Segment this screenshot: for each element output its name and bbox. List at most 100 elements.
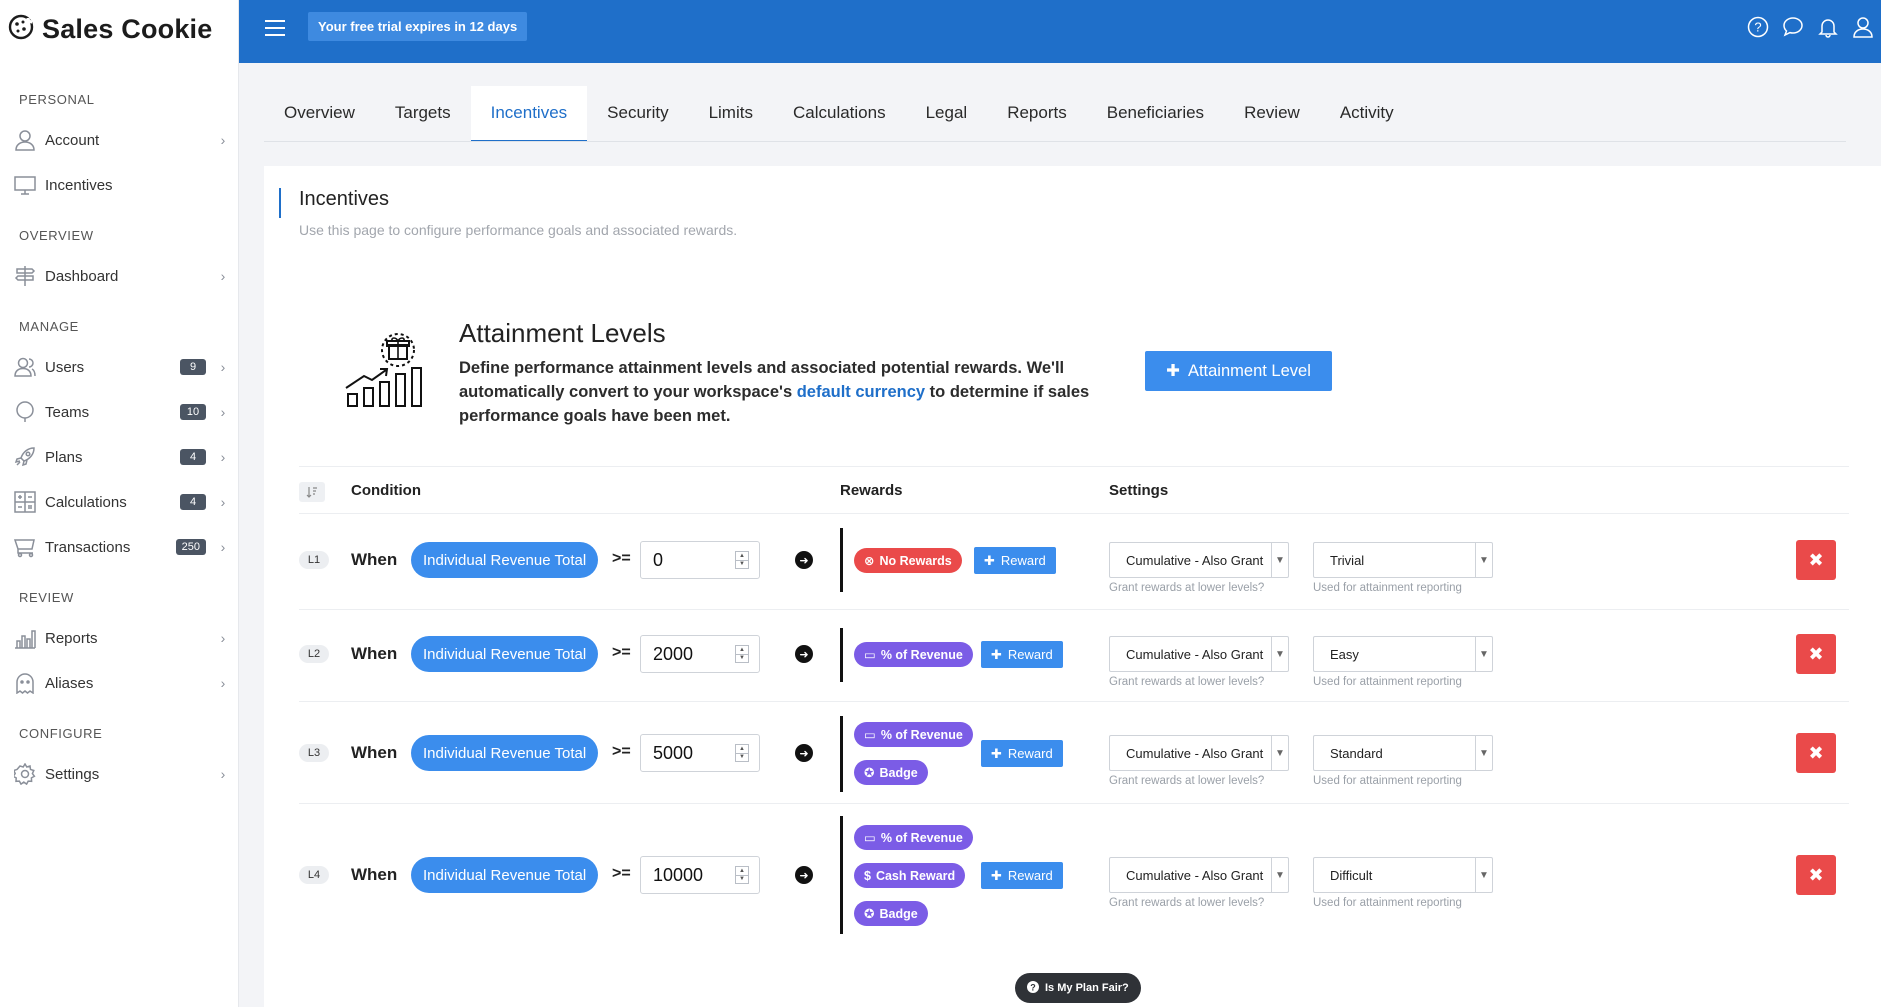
profile-icon[interactable]: [1850, 14, 1875, 39]
sidebar-item-users[interactable]: Users 9 ›: [12, 350, 230, 384]
rewards-divider: [840, 816, 843, 934]
spinner-icon[interactable]: ▲ ▼: [735, 744, 749, 762]
sidebar-item-reports[interactable]: Reports ›: [12, 621, 230, 655]
difficulty-select[interactable]: Easy ▼: [1313, 636, 1493, 672]
reward-pill-of-revenue[interactable]: ▭% of Revenue: [854, 722, 973, 747]
add-reward-button[interactable]: ✚ Reward: [981, 641, 1063, 668]
threshold-input[interactable]: 10000 ▲ ▼: [640, 856, 760, 894]
default-currency-link[interactable]: default currency: [797, 383, 925, 401]
chat-icon[interactable]: [1780, 14, 1805, 39]
tab-targets[interactable]: Targets: [375, 86, 471, 142]
spinner-icon[interactable]: ▲ ▼: [735, 645, 749, 663]
reward-pill-badge[interactable]: ✪ Badge: [854, 901, 928, 926]
sidebar-item-plans[interactable]: Plans 4 ›: [12, 440, 230, 474]
delete-level-button[interactable]: ✖: [1796, 855, 1836, 895]
close-icon: ✖: [1808, 643, 1824, 664]
sidebar-item-label: Incentives: [45, 176, 113, 194]
sidebar-item-transactions[interactable]: Transactions 250 ›: [12, 530, 230, 564]
top-bar: Your free trial expires in 12 days ?: [239, 0, 1881, 63]
sidebar-item-calculations[interactable]: Calculations 4 ›: [12, 485, 230, 519]
tab-legal[interactable]: Legal: [906, 86, 988, 142]
delete-level-button[interactable]: ✖: [1796, 540, 1836, 580]
sidebar-item-label: Account: [45, 131, 100, 149]
metric-selector[interactable]: Individual Revenue Total: [411, 857, 599, 893]
gear-icon: [12, 761, 38, 787]
sort-icon[interactable]: [299, 482, 325, 502]
divider: [299, 803, 1849, 804]
is-my-plan-fair-button[interactable]: ? Is My Plan Fair?: [1015, 973, 1141, 1003]
tab-activity[interactable]: Activity: [1320, 86, 1414, 142]
reward-pill-no-rewards[interactable]: ⊗ No Rewards: [854, 548, 962, 573]
monitor-icon: [12, 172, 38, 198]
chevron-right-icon: ›: [220, 494, 226, 510]
add-reward-button[interactable]: ✚ Reward: [974, 547, 1056, 574]
balloon-icon: [12, 399, 38, 425]
incentives-card: Incentives Use this page to configure pe…: [264, 166, 1881, 1007]
spinner-icon[interactable]: ▲ ▼: [735, 866, 749, 884]
help-icon[interactable]: ?: [1745, 14, 1770, 39]
chevron-right-icon: ›: [220, 132, 226, 148]
chevron-down-icon: ▼: [1271, 543, 1288, 577]
sidebar-item-label: Settings: [45, 765, 100, 783]
reward-pill-of-revenue[interactable]: ▭% of Revenue: [854, 825, 973, 850]
tab-security[interactable]: Security: [587, 86, 688, 142]
spinner-icon[interactable]: ▲ ▼: [735, 551, 749, 569]
threshold-input[interactable]: 5000 ▲ ▼: [640, 734, 760, 772]
threshold-input[interactable]: 2000 ▲ ▼: [640, 635, 760, 673]
sidebar-item-aliases[interactable]: Aliases ›: [12, 666, 230, 700]
tab-reports[interactable]: Reports: [987, 86, 1087, 142]
metric-selector[interactable]: Individual Revenue Total: [411, 542, 599, 578]
trial-banner[interactable]: Your free trial expires in 12 days: [308, 12, 528, 41]
metric-selector[interactable]: Individual Revenue Total: [411, 735, 599, 771]
delete-level-button[interactable]: ✖: [1796, 733, 1836, 773]
tab-beneficiaries[interactable]: Beneficiaries: [1087, 86, 1224, 142]
plus-icon: ✚: [991, 867, 1002, 883]
divider: [299, 701, 1849, 702]
chevron-down-icon: ▼: [1475, 736, 1492, 770]
reward-pill-of-revenue[interactable]: ▭% of Revenue: [854, 642, 973, 667]
sidebar-item-settings[interactable]: Settings ›: [12, 757, 230, 791]
sidebar-item-label: Aliases: [45, 674, 94, 692]
cumulative-select[interactable]: Cumulative - Also Grant ▼: [1109, 735, 1289, 771]
hamburger-menu-button[interactable]: [263, 17, 287, 39]
tab-overview[interactable]: Overview: [264, 86, 375, 142]
chevron-right-icon: ›: [220, 449, 226, 465]
add-reward-button[interactable]: ✚ Reward: [981, 740, 1063, 767]
chevron-right-icon: ›: [220, 675, 226, 691]
threshold-input[interactable]: 0 ▲ ▼: [640, 541, 760, 579]
cumulative-select[interactable]: Cumulative - Also Grant ▼: [1109, 542, 1289, 578]
cumulative-select[interactable]: Cumulative - Also Grant ▼: [1109, 636, 1289, 672]
sidebar-item-incentives[interactable]: Incentives: [12, 168, 230, 202]
difficulty-select[interactable]: Standard ▼: [1313, 735, 1493, 771]
bell-icon[interactable]: [1815, 14, 1840, 39]
delete-level-button[interactable]: ✖: [1796, 634, 1836, 674]
tab-incentives[interactable]: Incentives: [470, 86, 588, 142]
when-label: When: [351, 550, 398, 569]
tab-review[interactable]: Review: [1224, 86, 1320, 142]
difficulty-select[interactable]: Difficult ▼: [1313, 857, 1493, 893]
svg-text:?: ?: [1030, 982, 1036, 992]
add-attainment-level-button[interactable]: ✚ Attainment Level: [1145, 351, 1332, 391]
reward-pill-badge[interactable]: ✪ Badge: [854, 760, 928, 785]
difficulty-hint: Used for attainment reporting: [1313, 775, 1462, 787]
ghost-icon: [12, 670, 38, 696]
sidebar: Sales Cookie PERSONAL Account › Incentiv…: [0, 0, 239, 1007]
add-reward-button[interactable]: ✚ Reward: [981, 862, 1063, 889]
badge-icon: ✪: [864, 907, 875, 921]
reward-pill-cash-reward[interactable]: $ Cash Reward: [854, 863, 966, 888]
tab-calculations[interactable]: Calculations: [773, 86, 906, 142]
sidebar-item-dashboard[interactable]: Dashboard ›: [12, 259, 230, 293]
brand-logo[interactable]: Sales Cookie: [8, 14, 212, 45]
sidebar-item-label: Transactions: [45, 538, 131, 556]
sidebar-item-account[interactable]: Account ›: [12, 123, 230, 157]
sidebar-item-label: Teams: [45, 403, 90, 421]
metric-selector[interactable]: Individual Revenue Total: [411, 636, 599, 672]
level-badge: L2: [299, 645, 329, 663]
cumulative-select[interactable]: Cumulative - Also Grant ▼: [1109, 857, 1289, 893]
sidebar-item-teams[interactable]: Teams 10 ›: [12, 395, 230, 429]
tab-limits[interactable]: Limits: [689, 86, 773, 142]
difficulty-select[interactable]: Trivial ▼: [1313, 542, 1493, 578]
chevron-down-icon: ▼: [1475, 543, 1492, 577]
chevron-right-icon: ›: [220, 404, 226, 420]
section-configure: CONFIGURE: [19, 726, 103, 741]
